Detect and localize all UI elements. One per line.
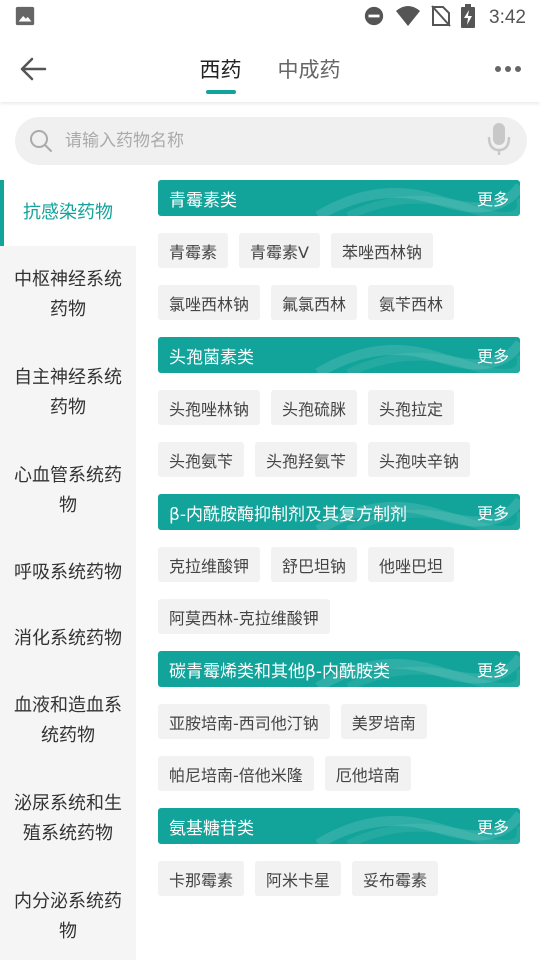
status-bar: 3:42	[0, 0, 540, 36]
drug-chip-list: 卡那霉素 阿米卡星 妥布霉素	[158, 844, 520, 913]
section-header: 氨基糖苷类 更多	[158, 808, 520, 844]
drug-chip[interactable]: 阿米卡星	[255, 861, 342, 896]
drug-chip[interactable]: 克拉维酸钾	[158, 547, 261, 582]
search-icon	[30, 130, 52, 152]
sidebar-item-urogenital[interactable]: 泌尿系统和生殖系统药物	[0, 770, 136, 868]
sidebar-item-cns[interactable]: 中枢神经系统药物	[0, 246, 136, 344]
sidebar-item-autonomic[interactable]: 自主神经系统药物	[0, 344, 136, 442]
sidebar-item-endocrine[interactable]: 内分泌系统药物	[0, 868, 136, 960]
section-more-link[interactable]: 更多	[477, 500, 509, 524]
drug-chip[interactable]: 头孢呋辛钠	[368, 442, 471, 477]
battery-charging-icon	[461, 4, 476, 32]
category-sidebar: 抗感染药物 中枢神经系统药物 自主神经系统药物 心血管系统药物 呼吸系统药物 消…	[0, 180, 136, 960]
drug-chip-list: 头孢唑林钠 头孢硫脒 头孢拉定 头孢氨苄 头孢羟氨苄 头孢呋辛钠	[158, 373, 520, 494]
drug-chip[interactable]: 妥布霉素	[352, 861, 439, 896]
drug-chip-list: 亚胺培南-西司他汀钠 美罗培南 帕尼培南-倍他米隆 厄他培南	[158, 687, 520, 808]
do-not-disturb-icon	[363, 5, 385, 31]
more-dot	[505, 66, 511, 72]
tab-chinese-patent-medicine[interactable]: 中成药	[278, 36, 341, 102]
drug-chip[interactable]: 头孢唑林钠	[158, 390, 261, 425]
tab-bar: 西药 中成药	[0, 36, 540, 102]
section-header: 青霉素类 更多	[158, 180, 520, 216]
drug-chip[interactable]: 氯唑西林钠	[158, 285, 261, 320]
app-bar: 西药 中成药	[0, 36, 540, 102]
more-options-button[interactable]	[490, 54, 526, 84]
drug-chip[interactable]: 舒巴坦钠	[271, 547, 358, 582]
drug-chip[interactable]: 他唑巴坦	[368, 547, 455, 582]
section-header: 头孢菌素类 更多	[158, 337, 520, 373]
section-more-link[interactable]: 更多	[477, 814, 509, 838]
search-input[interactable]	[65, 131, 487, 151]
section-title: 头孢菌素类	[169, 347, 254, 368]
section-title: 氨基糖苷类	[169, 818, 254, 839]
drug-chip[interactable]: 亚胺培南-西司他汀钠	[158, 704, 330, 739]
arrow-left-icon	[20, 57, 47, 81]
image-icon	[14, 5, 36, 31]
sidebar-item-anti-infective[interactable]: 抗感染药物	[0, 180, 136, 246]
drug-chip[interactable]: 美罗培南	[340, 704, 427, 739]
drug-chip[interactable]: 阿莫西林-克拉维酸钾	[158, 599, 330, 634]
sidebar-item-cardiovascular[interactable]: 心血管系统药物	[0, 442, 136, 540]
sidebar-item-blood[interactable]: 血液和造血系统药物	[0, 672, 136, 770]
section-header: β-内酰胺酶抑制剂及其复方制剂 更多	[158, 494, 520, 530]
drug-chip[interactable]: 头孢硫脒	[271, 390, 358, 425]
drug-chip-list: 克拉维酸钾 舒巴坦钠 他唑巴坦 阿莫西林-克拉维酸钾	[158, 530, 520, 651]
drug-chip[interactable]: 氟氯西林	[271, 285, 358, 320]
section-more-link[interactable]: 更多	[477, 186, 509, 210]
no-sim-icon	[431, 5, 451, 31]
drug-chip[interactable]: 氨苄西林	[368, 285, 455, 320]
section-beta-lactamase-inhibitors: β-内酰胺酶抑制剂及其复方制剂 更多 克拉维酸钾 舒巴坦钠 他唑巴坦 阿莫西林-…	[158, 494, 520, 651]
search-bar	[15, 117, 527, 165]
status-time: 3:42	[489, 7, 526, 28]
drug-chip[interactable]: 青霉素	[158, 233, 229, 268]
drug-chip[interactable]: 厄他培南	[324, 756, 411, 791]
section-carbapenems: 碳青霉烯类和其他β-内酰胺类 更多 亚胺培南-西司他汀钠 美罗培南 帕尼培南-倍…	[158, 651, 520, 808]
section-more-link[interactable]: 更多	[477, 343, 509, 367]
wifi-icon	[395, 5, 421, 31]
section-penicillins: 青霉素类 更多 青霉素 青霉素V 苯唑西林钠 氯唑西林钠 氟氯西林 氨苄西林	[158, 180, 520, 337]
tab-western-medicine[interactable]: 西药	[200, 36, 242, 102]
more-dot	[515, 66, 521, 72]
section-title: β-内酰胺酶抑制剂及其复方制剂	[169, 504, 407, 525]
section-aminoglycosides: 氨基糖苷类 更多 卡那霉素 阿米卡星 妥布霉素	[158, 808, 520, 913]
drug-chip[interactable]: 苯唑西林钠	[330, 233, 433, 268]
sidebar-item-digestive[interactable]: 消化系统药物	[0, 606, 136, 672]
drug-chip[interactable]: 头孢氨苄	[158, 442, 245, 477]
section-title: 碳青霉烯类和其他β-内酰胺类	[169, 661, 390, 682]
section-more-link[interactable]: 更多	[477, 657, 509, 681]
more-dots-icon	[495, 66, 501, 72]
drug-chip[interactable]: 头孢羟氨苄	[255, 442, 358, 477]
microphone-icon[interactable]	[487, 122, 511, 160]
section-cephalosporins: 头孢菌素类 更多 头孢唑林钠 头孢硫脒 头孢拉定 头孢氨苄 头孢羟氨苄 头孢呋辛…	[158, 337, 520, 494]
section-header: 碳青霉烯类和其他β-内酰胺类 更多	[158, 651, 520, 687]
back-button[interactable]	[14, 50, 52, 88]
drug-chip[interactable]: 帕尼培南-倍他米隆	[158, 756, 314, 791]
drug-chip[interactable]: 青霉素V	[239, 233, 320, 268]
drug-chip[interactable]: 卡那霉素	[158, 861, 245, 896]
drug-chip[interactable]: 头孢拉定	[368, 390, 455, 425]
section-title: 青霉素类	[169, 190, 237, 211]
drug-chip-list: 青霉素 青霉素V 苯唑西林钠 氯唑西林钠 氟氯西林 氨苄西林	[158, 216, 520, 337]
drug-category-list: 青霉素类 更多 青霉素 青霉素V 苯唑西林钠 氯唑西林钠 氟氯西林 氨苄西林 头…	[158, 180, 520, 913]
sidebar-item-respiratory[interactable]: 呼吸系统药物	[0, 540, 136, 606]
